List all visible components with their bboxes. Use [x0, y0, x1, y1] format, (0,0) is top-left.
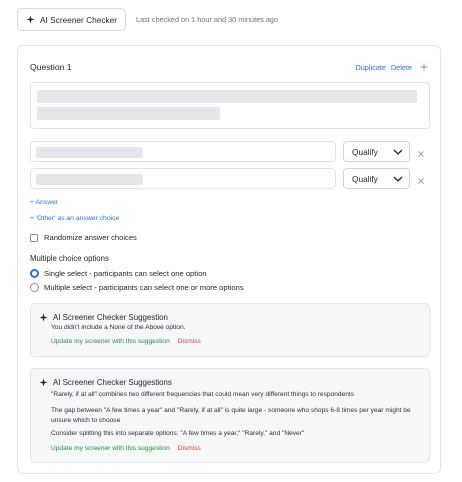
suggestion-actions: Update my screener with this suggestion …	[51, 338, 201, 345]
multiple-select-option[interactable]: Multiple select - participants can selec…	[30, 283, 244, 292]
question-title: Question 1	[30, 62, 72, 72]
update-screener-link[interactable]: Update my screener with this suggestion	[51, 338, 170, 345]
answer-input[interactable]	[30, 141, 336, 162]
ai-screener-checker-button[interactable]: AI Screener Checker	[17, 8, 127, 31]
dismiss-link[interactable]: Dismiss	[178, 338, 201, 345]
update-screener-link[interactable]: Update my screener with this suggestion	[51, 445, 170, 452]
remove-answer-icon[interactable]	[416, 146, 426, 157]
add-answer-link[interactable]: + Answer	[30, 199, 58, 206]
sparkle-icon	[39, 313, 48, 322]
suggestion-text: You didn't include a None of the Above o…	[51, 324, 186, 331]
suggestion-text: "Rarely, if at all" combines two differe…	[51, 391, 355, 398]
question-actions: Duplicate Delete	[355, 63, 428, 72]
multiple-select-label: Multiple select - participants can selec…	[44, 283, 244, 292]
remove-answer-icon[interactable]	[416, 173, 426, 184]
chevron-down-icon	[393, 175, 403, 183]
suggestion-card: AI Screener Checker Suggestion You didn'…	[30, 303, 430, 357]
chevron-down-icon	[393, 148, 403, 156]
duplicate-link[interactable]: Duplicate	[355, 63, 385, 72]
multiple-select-radio[interactable]	[30, 283, 39, 292]
add-other-link[interactable]: + 'Other' as an answer choice	[30, 215, 119, 222]
qualifier-select[interactable]: Qualify	[343, 141, 410, 162]
randomize-row[interactable]: Randomize answer choices	[30, 233, 137, 242]
ai-screener-checker-label: AI Screener Checker	[40, 14, 118, 25]
suggestion-title: AI Screener Checker Suggestion	[53, 313, 168, 322]
qualifier-value: Qualify	[352, 146, 378, 157]
placeholder-line	[36, 147, 143, 158]
placeholder-line	[37, 90, 417, 103]
suggestion-card: AI Screener Checker Suggestions "Rarely,…	[30, 368, 430, 463]
suggestion-text: Consider splitting this into separate op…	[51, 430, 305, 437]
multiple-choice-heading: Multiple choice options	[30, 254, 109, 263]
placeholder-line	[37, 107, 220, 120]
suggestion-title-row: AI Screener Checker Suggestion	[39, 313, 168, 322]
single-select-radio[interactable]	[30, 269, 39, 278]
qualifier-value: Qualify	[352, 173, 378, 184]
dismiss-link[interactable]: Dismiss	[178, 445, 201, 452]
question-header: Question 1 Duplicate Delete	[30, 61, 428, 73]
question-card: Question 1 Duplicate Delete Qualify Qual…	[17, 45, 441, 474]
single-select-option[interactable]: Single select - participants can select …	[30, 269, 207, 278]
plus-icon[interactable]	[420, 63, 428, 71]
suggestion-title: AI Screener Checker Suggestions	[53, 378, 172, 387]
delete-link[interactable]: Delete	[391, 63, 412, 72]
last-checked-text: Last checked on 1 hour and 30 minutes ag…	[136, 15, 278, 24]
single-select-label: Single select - participants can select …	[44, 269, 207, 278]
answer-input[interactable]	[30, 168, 336, 189]
suggestion-text: The gap between "A few times a year" and…	[51, 407, 411, 424]
sparkle-icon	[26, 15, 35, 24]
question-text-field[interactable]	[30, 82, 430, 129]
answer-row: Qualify	[30, 141, 430, 162]
sparkle-icon	[39, 378, 48, 387]
placeholder-line	[36, 174, 143, 185]
suggestion-actions: Update my screener with this suggestion …	[51, 445, 201, 452]
qualifier-select[interactable]: Qualify	[343, 168, 410, 189]
randomize-label: Randomize answer choices	[44, 233, 137, 242]
randomize-checkbox[interactable]	[30, 233, 38, 242]
top-bar: AI Screener Checker Last checked on 1 ho…	[17, 8, 278, 31]
suggestion-title-row: AI Screener Checker Suggestions	[39, 378, 172, 387]
answer-row: Qualify	[30, 168, 430, 189]
